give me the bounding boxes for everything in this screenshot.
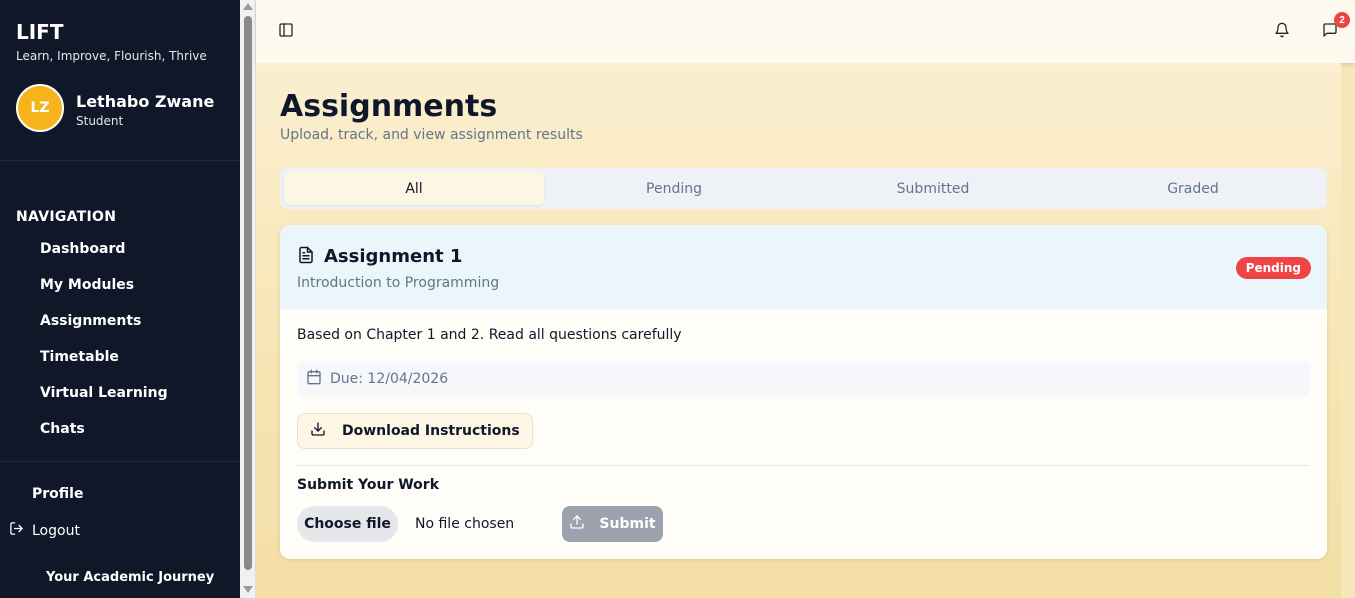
choose-file-button[interactable]: Choose file xyxy=(297,506,398,542)
download-instructions-button[interactable]: Download Instructions xyxy=(297,413,533,449)
download-instructions-label: Download Instructions xyxy=(342,423,520,439)
sidebar-item-my-modules[interactable]: My Modules xyxy=(40,277,134,293)
logout-label: Logout xyxy=(32,522,80,539)
brand-tagline: Learn, Improve, Flourish, Thrive xyxy=(16,49,207,63)
scroll-up-arrow[interactable] xyxy=(243,3,253,10)
submit-work-heading: Submit Your Work xyxy=(297,477,440,493)
sidebar-divider xyxy=(0,160,240,161)
messages-button[interactable]: 2 xyxy=(1316,12,1350,46)
sidebar-divider xyxy=(0,461,240,462)
academic-journey-text: Your Academic Journey xyxy=(46,570,215,585)
assignment-title: Assignment 1 xyxy=(324,246,463,267)
file-status-text: No file chosen xyxy=(415,516,515,532)
submit-button[interactable]: Submit xyxy=(562,506,663,542)
section-divider xyxy=(297,465,1310,466)
upload-icon xyxy=(569,514,585,534)
scroll-down-arrow[interactable] xyxy=(243,586,253,593)
assignment-module: Introduction to Programming xyxy=(297,275,500,291)
logout-button[interactable]: Logout xyxy=(9,521,80,540)
download-icon xyxy=(310,421,326,441)
status-badge: Pending xyxy=(1235,257,1311,279)
calendar-icon xyxy=(306,369,322,389)
logout-icon xyxy=(9,521,24,540)
notifications-button[interactable] xyxy=(1268,18,1296,46)
document-icon xyxy=(297,246,315,269)
sidebar: LIFT Learn, Improve, Flourish, Thrive LZ… xyxy=(0,0,240,598)
tab-graded[interactable]: Graded xyxy=(1063,172,1323,205)
user-name: Lethabo Zwane xyxy=(76,92,215,111)
assignment-card-header: Assignment 1 Introduction to Programming… xyxy=(280,225,1327,309)
sidebar-item-assignments[interactable]: Assignments xyxy=(40,313,141,329)
profile-link[interactable]: Profile xyxy=(32,486,83,502)
sidebar-toggle-icon xyxy=(278,22,294,43)
top-bar: 2 xyxy=(256,0,1355,63)
main-content: Assignments Upload, track, and view assi… xyxy=(256,63,1341,598)
submit-label: Submit xyxy=(599,516,656,532)
sidebar-item-virtual-learning[interactable]: Virtual Learning xyxy=(40,385,168,401)
tab-pending[interactable]: Pending xyxy=(544,172,804,205)
brand-title: LIFT xyxy=(16,20,64,44)
sidebar-item-timetable[interactable]: Timetable xyxy=(40,349,119,365)
scroll-thumb[interactable] xyxy=(244,16,252,570)
assignment-card: Assignment 1 Introduction to Programming… xyxy=(280,225,1327,559)
bell-icon xyxy=(1274,22,1290,43)
assignment-description: Based on Chapter 1 and 2. Read all quest… xyxy=(297,327,682,343)
due-date-row: Due: 12/04/2026 xyxy=(297,361,1310,397)
page-subtitle: Upload, track, and view assignment resul… xyxy=(280,127,583,143)
tab-all[interactable]: All xyxy=(284,172,544,205)
page-title: Assignments xyxy=(280,89,498,124)
nav-heading: NAVIGATION xyxy=(16,209,117,225)
sidebar-item-dashboard[interactable]: Dashboard xyxy=(40,241,125,257)
sidebar-scrollbar[interactable] xyxy=(240,0,256,598)
sidebar-item-chats[interactable]: Chats xyxy=(40,421,85,437)
sidebar-toggle-button[interactable] xyxy=(272,18,300,46)
assignment-tabs: All Pending Submitted Graded xyxy=(280,168,1327,209)
tab-submitted[interactable]: Submitted xyxy=(803,172,1063,205)
user-role: Student xyxy=(76,114,124,128)
due-date: Due: 12/04/2026 xyxy=(330,371,449,387)
avatar: LZ xyxy=(16,84,64,132)
message-count-badge: 2 xyxy=(1334,12,1350,28)
